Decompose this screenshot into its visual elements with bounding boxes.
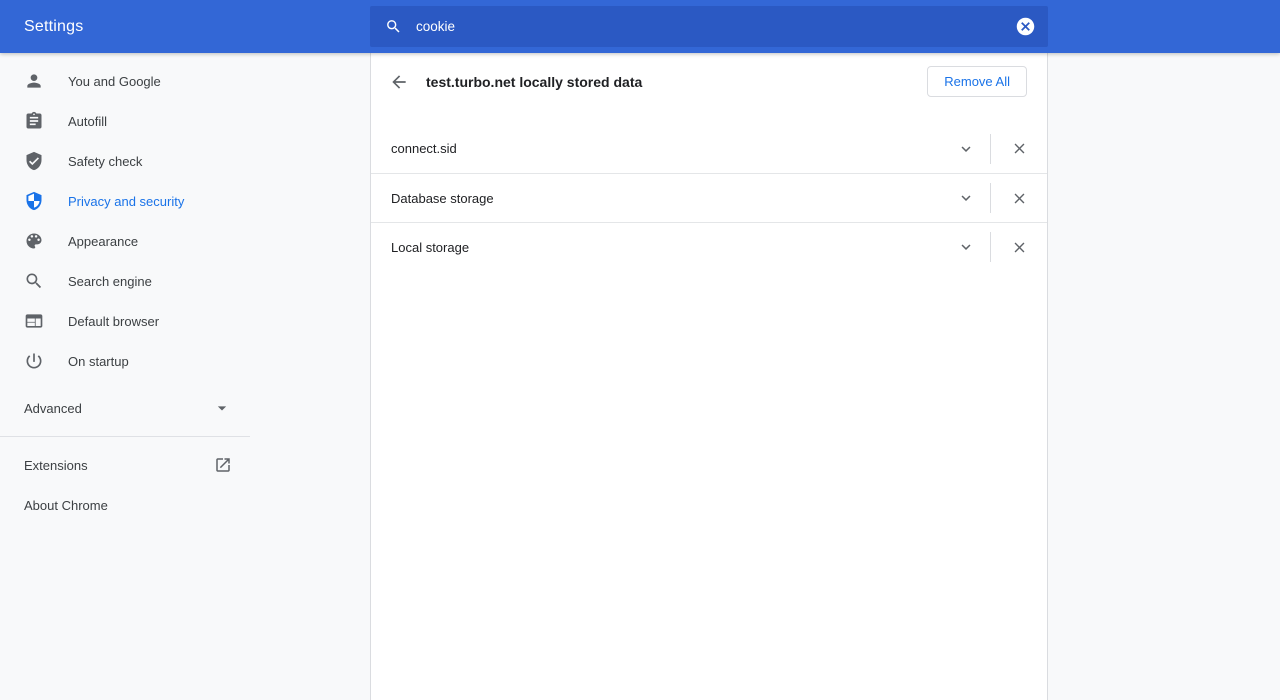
stored-data-label: Database storage xyxy=(391,191,942,206)
search-input[interactable] xyxy=(416,19,1014,34)
chevron-down-icon xyxy=(957,140,975,158)
right-margin xyxy=(1048,53,1280,700)
sidebar-item-on-startup[interactable]: On startup xyxy=(0,341,250,381)
expand-row-button[interactable] xyxy=(942,174,990,222)
remove-all-button[interactable]: Remove All xyxy=(927,66,1027,97)
safety-check-shield-icon xyxy=(24,151,44,171)
sidebar-item-appearance[interactable]: Appearance xyxy=(0,221,250,261)
stored-data-row-local-storage: Local storage xyxy=(371,222,1047,271)
close-x-icon xyxy=(1011,239,1028,256)
settings-toolbar: Settings xyxy=(0,0,1280,53)
delete-row-button[interactable] xyxy=(991,223,1047,271)
close-x-icon xyxy=(1011,190,1028,207)
stored-data-row-connect-sid: connect.sid xyxy=(371,124,1047,173)
site-data-header: test.turbo.net locally stored data Remov… xyxy=(371,53,1047,110)
clear-search-button[interactable] xyxy=(1014,16,1036,38)
clear-search-icon xyxy=(1015,16,1036,37)
autofill-icon xyxy=(24,111,44,131)
chevron-down-caret-icon xyxy=(212,398,232,418)
person-icon xyxy=(24,71,44,91)
stored-data-row-database-storage: Database storage xyxy=(371,173,1047,222)
settings-content: test.turbo.net locally stored data Remov… xyxy=(370,53,1048,700)
power-icon xyxy=(24,351,44,371)
delete-row-button[interactable] xyxy=(991,174,1047,222)
sidebar-advanced-toggle[interactable]: Advanced xyxy=(0,388,250,428)
expand-row-button[interactable] xyxy=(942,223,990,271)
site-data-title: test.turbo.net locally stored data xyxy=(426,74,927,90)
about-chrome-label: About Chrome xyxy=(24,498,108,513)
palette-icon xyxy=(24,231,44,251)
sidebar-item-label: Safety check xyxy=(68,154,142,169)
sidebar-item-label: Appearance xyxy=(68,234,138,249)
settings-sidebar: You and Google Autofill Safety check xyxy=(0,53,370,700)
close-x-icon xyxy=(1011,140,1028,157)
search-icon xyxy=(24,271,44,291)
search-icon xyxy=(385,18,402,35)
chevron-down-icon xyxy=(957,238,975,256)
sidebar-item-default-browser[interactable]: Default browser xyxy=(0,301,250,341)
sidebar-item-about-chrome[interactable]: About Chrome xyxy=(0,485,250,525)
chevron-down-icon xyxy=(957,189,975,207)
stored-data-label: Local storage xyxy=(391,240,942,255)
settings-search-field[interactable] xyxy=(370,6,1048,47)
stored-data-label: connect.sid xyxy=(391,141,942,156)
back-arrow-icon xyxy=(389,72,409,92)
sidebar-item-label: On startup xyxy=(68,354,129,369)
expand-row-button[interactable] xyxy=(942,125,990,173)
stored-data-list: connect.sid Database storage xyxy=(371,124,1047,271)
external-link-icon xyxy=(214,456,232,474)
sidebar-item-label: You and Google xyxy=(68,74,161,89)
sidebar-item-label: Privacy and security xyxy=(68,194,184,209)
extensions-label: Extensions xyxy=(24,458,88,473)
sidebar-item-privacy-and-security[interactable]: Privacy and security xyxy=(0,181,250,221)
sidebar-item-safety-check[interactable]: Safety check xyxy=(0,141,250,181)
browser-window-icon xyxy=(24,311,44,331)
privacy-shield-icon xyxy=(24,191,44,211)
sidebar-item-label: Search engine xyxy=(68,274,152,289)
back-button[interactable] xyxy=(385,68,413,96)
sidebar-item-label: Default browser xyxy=(68,314,159,329)
sidebar-item-you-and-google[interactable]: You and Google xyxy=(0,61,250,101)
sidebar-divider xyxy=(0,436,250,437)
sidebar-gap xyxy=(0,381,370,388)
sidebar-item-extensions[interactable]: Extensions xyxy=(0,445,250,485)
delete-row-button[interactable] xyxy=(991,125,1047,173)
page-title: Settings xyxy=(0,18,370,36)
sidebar-item-search-engine[interactable]: Search engine xyxy=(0,261,250,301)
advanced-label: Advanced xyxy=(24,401,82,416)
toolbar-left: Settings xyxy=(0,18,370,36)
sidebar-item-label: Autofill xyxy=(68,114,107,129)
sidebar-item-autofill[interactable]: Autofill xyxy=(0,101,250,141)
